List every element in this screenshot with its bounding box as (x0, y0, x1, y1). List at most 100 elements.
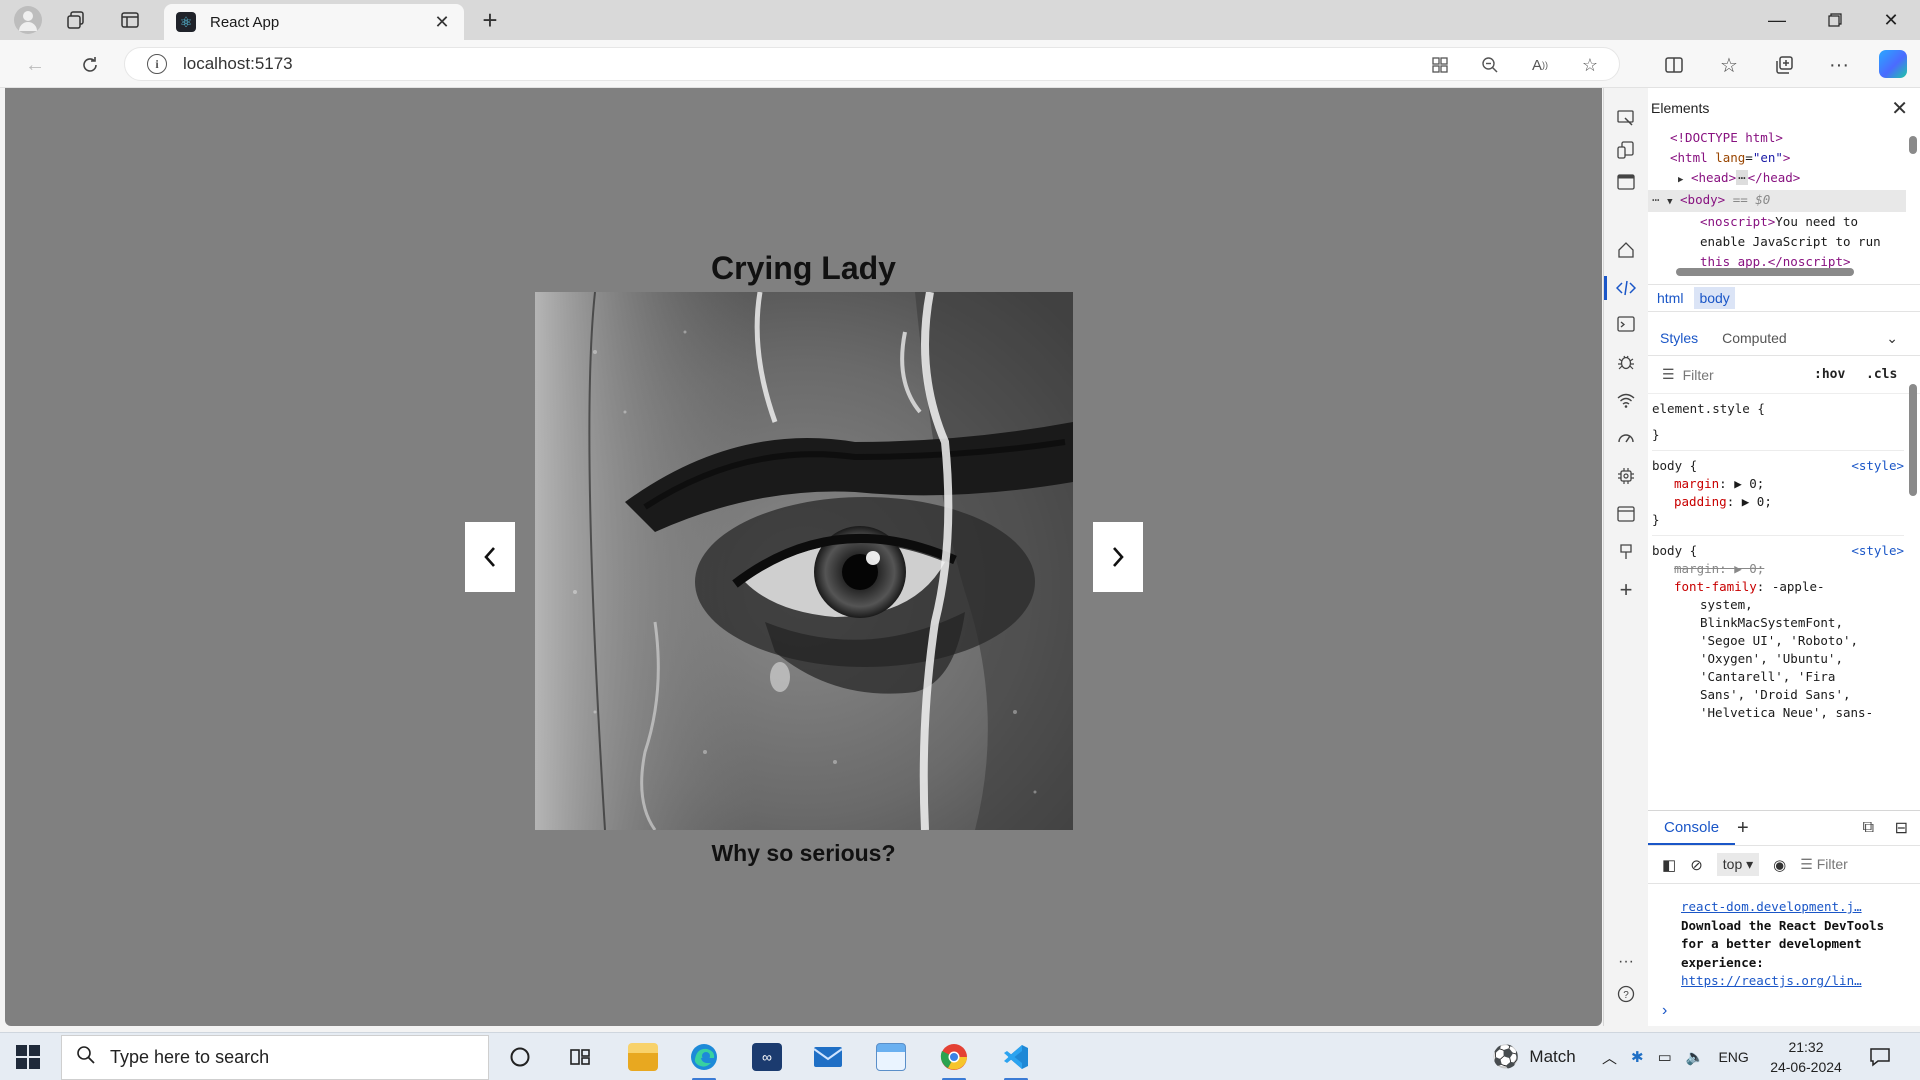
console-prompt-chevron-icon[interactable]: › (1662, 1002, 1667, 1020)
weather-widget[interactable]: ⚽ Match (1492, 1033, 1576, 1080)
dom-vertical-scrollbar[interactable] (1909, 136, 1917, 154)
body-rule-2[interactable]: body { <style> margin: ▶ 0; font-family:… (1652, 536, 1904, 728)
battery-icon[interactable]: ▭ (1658, 1048, 1672, 1066)
console-tool-icon[interactable] (1612, 310, 1640, 338)
close-drawer-icon[interactable]: ⊟ (1895, 818, 1908, 838)
styles-filter-input[interactable]: Filter (1683, 367, 1714, 383)
chrome-icon[interactable] (936, 1039, 972, 1080)
dock-drawer-icon[interactable]: ⧉ (1863, 819, 1874, 837)
element-style-rule[interactable]: element.style { } (1652, 394, 1904, 451)
margin-overridden-prop[interactable]: margin: ▶ 0; (1652, 560, 1904, 578)
collapse-triangle-icon[interactable]: ▼ (1667, 197, 1672, 207)
favorite-star-icon[interactable]: ☆ (1575, 50, 1605, 80)
network-icon[interactable] (1612, 386, 1640, 414)
hov-toggle[interactable]: :hov (1814, 367, 1845, 382)
taskbar-search[interactable]: Type here to search (61, 1035, 489, 1080)
slide-caption: Why so serious? (711, 840, 896, 866)
cls-toggle[interactable]: .cls (1866, 367, 1897, 382)
dom-head[interactable]: ▶ <head> ⋯ </head> (1648, 168, 1906, 190)
cortana-icon[interactable] (502, 1039, 538, 1075)
vertical-tabs-icon[interactable] (116, 6, 144, 34)
style-source-link[interactable]: <style> (1851, 457, 1904, 475)
console-sidebar-icon[interactable]: ◧ (1662, 856, 1676, 874)
device-emulation-icon[interactable] (1612, 136, 1640, 164)
visual-studio-icon[interactable]: ∞ (749, 1039, 785, 1075)
profile-icon[interactable] (14, 6, 42, 34)
console-source-link[interactable]: react-dom.development.j… (1681, 898, 1913, 917)
language-indicator[interactable]: ENG (1718, 1049, 1748, 1065)
notepad-app-icon[interactable] (873, 1039, 909, 1075)
console-url-link[interactable]: https://reactjs.org/lin… (1681, 972, 1913, 991)
performance-icon[interactable] (1612, 424, 1640, 452)
styles-vertical-scrollbar[interactable] (1909, 384, 1917, 496)
css-overview-icon[interactable] (1612, 538, 1640, 566)
zoom-icon[interactable] (1475, 50, 1505, 80)
task-view-icon[interactable] (562, 1039, 598, 1075)
close-window-button[interactable]: ✕ (1861, 0, 1920, 40)
refresh-button[interactable] (75, 50, 105, 80)
chevron-down-icon[interactable]: ⌄ (1874, 320, 1910, 356)
sources-debug-icon[interactable] (1612, 348, 1640, 376)
body-rule-1[interactable]: body { <style> margin: ▶ 0; padding: ▶ 0… (1652, 451, 1904, 536)
minimize-button[interactable]: — (1747, 0, 1807, 40)
show-hidden-icons-chevron-icon[interactable]: ︿ (1602, 1047, 1617, 1068)
dom-body[interactable]: ⋯ ▼ <body> == $0 (1648, 190, 1906, 212)
breadcrumb-html[interactable]: html (1652, 287, 1688, 309)
back-button[interactable]: ← (20, 50, 50, 80)
add-drawer-tab-icon[interactable]: + (1737, 817, 1749, 840)
padding-prop[interactable]: padding: ▶ 0; (1652, 493, 1904, 511)
clear-console-icon[interactable]: ⊘ (1690, 856, 1703, 874)
previous-slide-button[interactable] (465, 522, 515, 592)
breadcrumb-body[interactable]: body (1694, 287, 1735, 309)
site-info-icon[interactable]: i (147, 54, 167, 74)
close-tab-icon[interactable]: ✕ (432, 12, 452, 33)
edge-browser-icon[interactable] (686, 1039, 722, 1080)
new-tab-button[interactable]: + (476, 5, 504, 35)
style-source-link[interactable]: <style> (1851, 542, 1904, 560)
file-explorer-icon[interactable] (625, 1039, 661, 1075)
elements-tool-icon[interactable] (1604, 274, 1640, 302)
more-options-icon[interactable]: ··· (1612, 948, 1640, 976)
expand-triangle-icon[interactable]: ▶ (1678, 175, 1683, 185)
copilot-icon[interactable] (1879, 50, 1907, 78)
read-aloud-icon[interactable]: A)) (1525, 50, 1555, 80)
live-expression-eye-icon[interactable]: ◉ (1773, 856, 1786, 874)
margin-prop[interactable]: margin: ▶ 0; (1652, 475, 1904, 493)
context-selector[interactable]: top ▾ (1716, 853, 1760, 876)
close-devtools-icon[interactable]: ✕ (1891, 96, 1908, 121)
console-filter-input[interactable]: ☰ Filter (1800, 856, 1848, 873)
clock[interactable]: 21:32 24-06-2024 (1768, 1037, 1844, 1077)
restore-button[interactable] (1805, 0, 1865, 40)
more-menu-icon[interactable]: ··· (1824, 50, 1854, 80)
mail-icon[interactable] (810, 1039, 846, 1075)
favorites-icon[interactable]: ☆ (1714, 50, 1744, 80)
collections-icon[interactable] (1769, 50, 1799, 80)
welcome-home-icon[interactable] (1612, 236, 1640, 264)
windows-start-icon[interactable] (16, 1045, 40, 1069)
dom-html[interactable]: <html lang="en"> (1648, 148, 1906, 168)
address-bar[interactable]: i localhost:5173 A)) ☆ (124, 47, 1620, 81)
application-icon[interactable] (1612, 500, 1640, 528)
workspaces-icon[interactable] (62, 6, 90, 34)
memory-icon[interactable] (1612, 462, 1640, 490)
tab-styles[interactable]: Styles (1648, 320, 1710, 356)
dom-tree[interactable]: <!DOCTYPE html> <html lang="en"> ▶ <head… (1648, 128, 1906, 268)
bluetooth-icon[interactable]: ✱ (1631, 1048, 1644, 1066)
split-screen-icon[interactable] (1659, 50, 1689, 80)
dom-horizontal-scrollbar[interactable] (1676, 268, 1854, 276)
notifications-icon[interactable] (1862, 1039, 1898, 1075)
font-family-prop[interactable]: font-family: -apple- (1652, 578, 1904, 596)
dom-noscript[interactable]: <noscript>You need to (1648, 212, 1906, 232)
tab-console[interactable]: Console (1648, 811, 1736, 845)
inspect-element-icon[interactable] (1612, 104, 1640, 132)
more-tools-icon[interactable]: + (1612, 576, 1640, 604)
vscode-icon[interactable] (998, 1039, 1034, 1080)
help-icon[interactable]: ? (1612, 980, 1640, 1008)
volume-icon[interactable]: 🔈 (1686, 1048, 1705, 1066)
next-slide-button[interactable] (1093, 522, 1143, 592)
app-available-icon[interactable] (1425, 50, 1455, 80)
tab-computed[interactable]: Computed (1710, 320, 1799, 356)
dock-icon[interactable] (1612, 168, 1640, 196)
dom-doctype[interactable]: <!DOCTYPE html> (1648, 128, 1906, 148)
active-tab[interactable]: ⚛ React App ✕ (164, 4, 464, 40)
